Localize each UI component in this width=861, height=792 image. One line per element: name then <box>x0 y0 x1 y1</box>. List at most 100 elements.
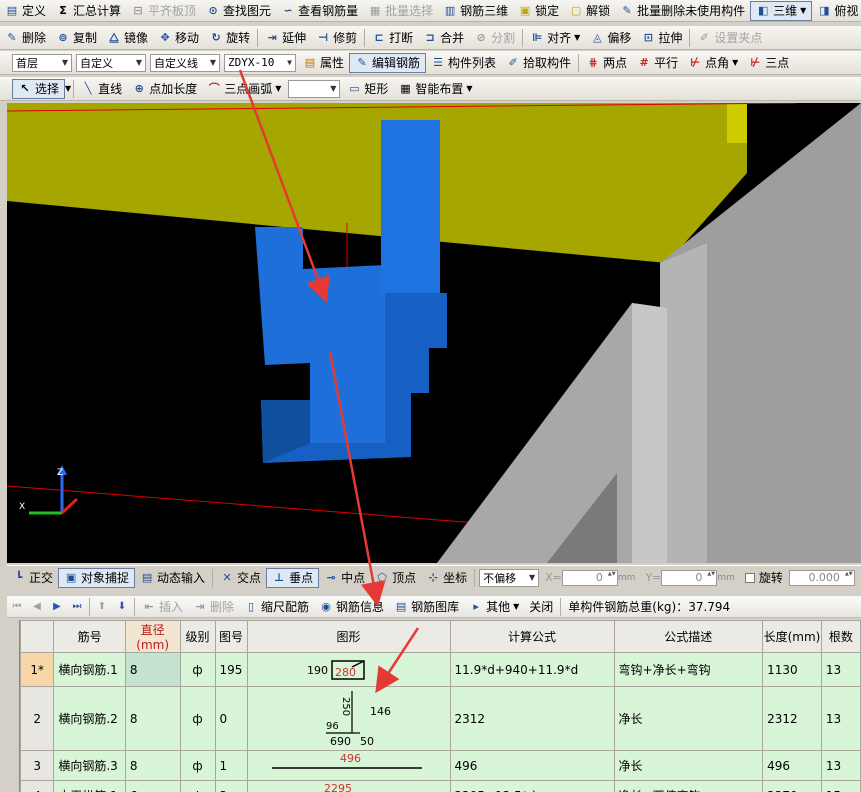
component-select[interactable]: ZDYX-10 ▼ <box>224 53 296 72</box>
rebar-name-cell[interactable]: 横向钢筋.3 <box>53 750 126 781</box>
chevron-down-icon[interactable]: ▼ <box>65 84 71 93</box>
line-button[interactable]: ╲ 直线 <box>76 79 127 99</box>
col-header-count[interactable]: 根数 <box>820 620 861 653</box>
pick-component-button[interactable]: ✐ 拾取构件 <box>501 53 576 73</box>
shape-cell[interactable]: 250 146 96 690 50 <box>246 686 451 751</box>
grade-cell[interactable]: ф <box>179 652 216 687</box>
col-header-diameter[interactable]: 直径(mm) <box>124 620 181 653</box>
batch-delete-button[interactable]: ✎ 批量删除未使用构件 <box>615 1 750 21</box>
length-cell[interactable]: 1130 <box>762 652 822 687</box>
component-list-button[interactable]: ☰ 构件列表 <box>426 53 501 73</box>
lock-button[interactable]: ▣ 锁定 <box>513 1 564 21</box>
extend-button[interactable]: ⇥ 延伸 <box>260 28 311 48</box>
col-header-grade[interactable]: 级别 <box>179 620 216 653</box>
summary-calc-button[interactable]: Σ 汇总计算 <box>51 1 126 21</box>
category-select[interactable]: 自定义 ▼ <box>76 53 146 72</box>
floor-select[interactable]: 首层 ▼ <box>12 53 72 72</box>
ortho-button[interactable]: ┗ 正交 <box>7 568 58 588</box>
count-cell[interactable]: 15 <box>820 780 861 792</box>
rotate-checkbox[interactable] <box>744 572 755 583</box>
perpendicular-snap-button[interactable]: ⊥ 垂点 <box>266 567 320 588</box>
3d-viewport[interactable]: Z X <box>7 103 861 563</box>
level-slab-button[interactable]: ⊟ 平齐板顶 <box>126 1 201 21</box>
table-row[interactable]: 1* 横向钢筋.1 8 ф 195 190 280 11.9*d+940+11.… <box>20 652 861 687</box>
move-button[interactable]: ✥ 移动 <box>153 28 204 48</box>
col-header-name[interactable]: 筋号 <box>53 620 126 653</box>
split-button[interactable]: ⊘ 分割 <box>469 28 520 48</box>
count-cell[interactable]: 13 <box>820 686 861 751</box>
formula-cell[interactable]: 2312 <box>449 686 615 751</box>
col-header-length[interactable]: 长度(mm) <box>762 620 822 653</box>
diameter-cell[interactable]: 8 <box>124 686 181 751</box>
length-cell[interactable]: 2312 <box>762 686 822 751</box>
3d-view-dropdown[interactable]: ◧ 三维 ▼ <box>750 0 813 21</box>
delete-button[interactable]: ✎ 删除 <box>0 28 51 48</box>
shape-cell[interactable]: 190 280 <box>246 652 451 687</box>
table-row[interactable]: 3 横向钢筋.3 8 ф 1 496 496 净长 496 13 <box>20 750 861 781</box>
col-header-shape[interactable]: 图形 <box>246 620 451 653</box>
x-input[interactable]: 0 <box>561 569 618 586</box>
vertex-snap-button[interactable]: ⬠ 顶点 <box>370 568 421 588</box>
row-index[interactable]: 4 <box>20 780 55 792</box>
grade-cell[interactable]: ф <box>179 780 216 792</box>
smart-layout-dropdown[interactable]: ▦ 智能布置 ▼ <box>393 79 477 99</box>
col-header-formula-desc[interactable]: 公式描述 <box>613 620 764 653</box>
diameter-cell[interactable]: 8 <box>124 652 181 687</box>
table-row[interactable]: 4 水平纵筋.1 6 ф 3 2295 2295+12.5*d 净长+两倍弯钩 … <box>20 780 861 792</box>
diameter-cell[interactable]: 6 <box>124 780 181 792</box>
other-dropdown[interactable]: ▸ 其他 ▼ <box>464 597 524 617</box>
break-button[interactable]: ⊏ 打断 <box>367 28 418 48</box>
col-header-figure-no[interactable]: 图号 <box>214 620 248 653</box>
mirror-button[interactable]: ⧋ 镜像 <box>102 28 153 48</box>
next-record-icon[interactable]: ▶ <box>47 601 67 612</box>
arc-dropdown[interactable]: ⌒ 三点画弧 ▼ <box>202 79 286 99</box>
trim-button[interactable]: ⊣ 修剪 <box>311 28 362 48</box>
merge-button[interactable]: ⊐ 合并 <box>418 28 469 48</box>
rebar-library-button[interactable]: ▤ 钢筋图库 <box>389 597 464 617</box>
first-record-icon[interactable]: ⏮ <box>7 601 27 612</box>
rotate-button[interactable]: ↻ 旋转 <box>204 28 255 48</box>
y-input[interactable]: 0 <box>661 569 718 586</box>
offset-button[interactable]: ◬ 偏移 <box>585 28 636 48</box>
define-button[interactable]: ▤ 定义 <box>0 1 51 21</box>
find-element-button[interactable]: ⊙ 查找图元 <box>201 1 276 21</box>
col-header-formula[interactable]: 计算公式 <box>449 620 615 653</box>
length-cell[interactable]: 496 <box>762 750 822 781</box>
scale-rebar-button[interactable]: ▯ 缩尺配筋 <box>239 597 314 617</box>
shape-cell[interactable]: 496 <box>246 750 451 781</box>
batch-select-button[interactable]: ▦ 批量选择 <box>363 1 438 21</box>
count-cell[interactable]: 13 <box>820 652 861 687</box>
intersection-snap-button[interactable]: ✕ 交点 <box>215 568 266 588</box>
top-view-button[interactable]: ◨ 俯视 <box>812 1 861 21</box>
select-button[interactable]: ↖ 选择 <box>12 78 66 99</box>
midpoint-snap-button[interactable]: ⊸ 中点 <box>319 568 370 588</box>
formula-desc-cell[interactable]: 净长 <box>613 750 764 781</box>
rotate-input[interactable]: 0.000 <box>788 569 855 586</box>
prev-record-icon[interactable]: ◀ <box>27 601 47 612</box>
rectangle-button[interactable]: ▭ 矩形 <box>342 79 393 99</box>
grade-cell[interactable]: ф <box>179 686 216 751</box>
two-point-button[interactable]: ⋕ 两点 <box>581 53 632 73</box>
diameter-cell[interactable]: 8 <box>124 750 181 781</box>
formula-desc-cell[interactable]: 净长+两倍弯钩 <box>613 780 764 792</box>
move-down-icon[interactable]: ⬇ <box>112 601 132 612</box>
offset-mode-select[interactable]: 不偏移 ▼ <box>479 568 540 587</box>
coordinate-snap-button[interactable]: ⊹ 坐标 <box>421 568 472 588</box>
rebar-name-cell[interactable]: 横向钢筋.2 <box>53 686 126 751</box>
stretch-button[interactable]: ⊡ 拉伸 <box>636 28 687 48</box>
align-dropdown[interactable]: ⊫ 对齐 ▼ <box>525 28 585 48</box>
view-rebar-button[interactable]: ∽ 查看钢筋量 <box>276 1 363 21</box>
row-index[interactable]: 3 <box>20 750 55 781</box>
insert-row-button[interactable]: ⇤ 插入 <box>137 597 188 617</box>
unlock-button[interactable]: ▢ 解锁 <box>564 1 615 21</box>
arc-option-select[interactable]: ▼ <box>288 79 341 98</box>
parallel-button[interactable]: # 平行 <box>632 53 683 73</box>
point-angle-button[interactable]: ⊬ 点角 ▼ <box>683 53 743 73</box>
rebar-info-button[interactable]: ◉ 钢筋信息 <box>314 597 389 617</box>
figure-no-cell[interactable]: 0 <box>214 686 248 751</box>
last-record-icon[interactable]: ⏭ <box>67 601 87 612</box>
properties-button[interactable]: ▤ 属性 <box>298 53 349 73</box>
figure-no-cell[interactable]: 3 <box>214 780 248 792</box>
copy-button[interactable]: ⊚ 复制 <box>51 28 102 48</box>
type-select[interactable]: 自定义线 ▼ <box>150 53 220 72</box>
